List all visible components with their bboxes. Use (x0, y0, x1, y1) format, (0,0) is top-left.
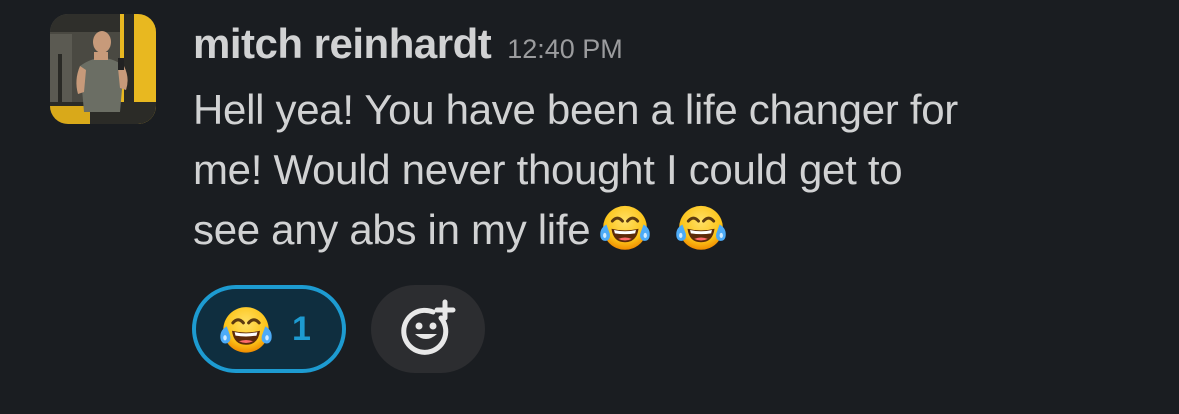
chat-message: mitch reinhardt 12:40 PM Hell yea! You h… (0, 0, 1179, 414)
message-line: Hell yea! You have been a life changer f… (193, 86, 958, 133)
message-header: mitch reinhardt 12:40 PM (193, 20, 623, 76)
avatar-photo (50, 14, 156, 124)
message-line: me! Would never thought I could get to (193, 146, 903, 193)
add-reaction-icon (401, 299, 456, 355)
add-reaction-button[interactable] (371, 285, 485, 373)
message-line-last: see any abs in my life (193, 200, 1153, 260)
joy-emoji-icon (598, 200, 652, 254)
joy-emoji-icon (674, 200, 728, 254)
sender-name[interactable]: mitch reinhardt (193, 20, 492, 68)
joy-emoji-icon (218, 301, 274, 357)
message-line-text: see any abs in my life (193, 206, 591, 253)
reaction-joy-button[interactable]: 1 (192, 285, 346, 373)
reactions-bar: 1 (192, 285, 485, 373)
user-avatar[interactable] (50, 14, 156, 124)
reaction-count: 1 (292, 309, 311, 348)
message-timestamp[interactable]: 12:40 PM (507, 34, 623, 65)
message-body: Hell yea! You have been a life changer f… (193, 80, 1153, 260)
